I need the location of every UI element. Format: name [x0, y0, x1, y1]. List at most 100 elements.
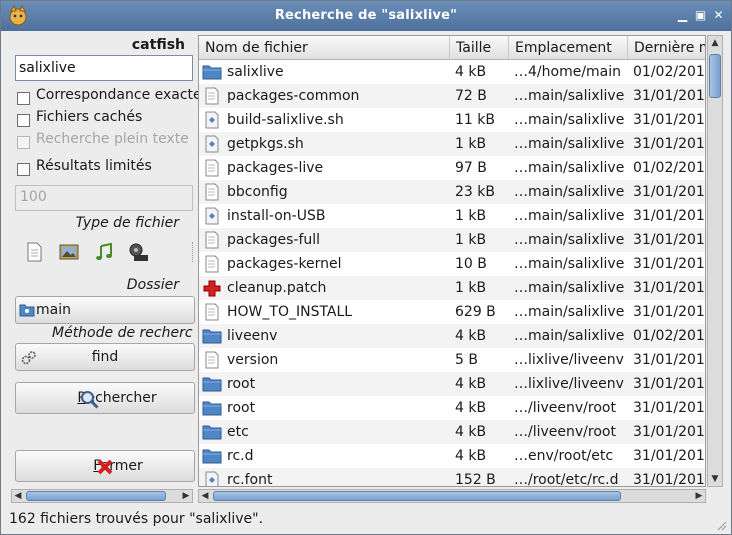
file-name-cell: packages-common	[227, 88, 360, 104]
file-size-cell: 72 B	[455, 88, 487, 104]
sidebar-horizontal-scrollbar[interactable]: ◀ ▶	[11, 489, 193, 503]
file-name-cell: version	[227, 352, 279, 368]
table-row[interactable]: packages-full 1 kB …main/salixlive 31/01/20…	[199, 228, 705, 252]
table-row[interactable]: salixlive 4 kB …4/home/main 01/02/2010	[199, 60, 706, 84]
table-row[interactable]: install-on-USB 1 kB …main/salixlive 31/01/2…	[199, 204, 706, 228]
resize-grip-icon[interactable]	[715, 519, 727, 531]
video-icon[interactable]	[128, 241, 150, 263]
scroll-up-icon[interactable]: ▲	[708, 36, 722, 50]
file-location-cell: …main/salixlive	[514, 184, 625, 200]
image-icon[interactable]	[58, 241, 80, 263]
table-row[interactable]: rc.font 152 B …/root/etc/rc.d 31/01/2010	[199, 468, 706, 487]
file-location-cell: …main/salixlive	[514, 160, 625, 176]
exact-match-label[interactable]: Correspondance exacte	[36, 87, 202, 103]
results-list[interactable]: Nom de fichier Taille Emplacement Derniè…	[198, 35, 706, 487]
table-row[interactable]: root 4 kB …lixlive/liveenv 31/01/2010	[199, 372, 706, 396]
table-row[interactable]: version 5 B …lixlive/liveenv 31/01/2010	[199, 348, 705, 372]
table-row[interactable]: root 4 kB …/liveenv/root 31/01/2010	[199, 396, 705, 420]
file-modified-cell: 31/01/2010	[633, 472, 706, 487]
file-name-cell: etc	[227, 424, 249, 440]
music-icon[interactable]	[93, 241, 115, 263]
sidebar-scroll-thumb[interactable]	[26, 491, 166, 501]
file-name-cell: rc.font	[227, 472, 273, 487]
table-row[interactable]: packages-live 97 B …main/salixlive 01/02/20…	[199, 156, 705, 180]
file-name-cell: getpkgs.sh	[227, 136, 304, 152]
text-file-icon	[202, 159, 222, 177]
file-location-cell: …main/salixlive	[514, 208, 625, 224]
file-modified-cell: 31/01/2010	[633, 424, 706, 440]
search-method-heading: Méthode de recherche	[52, 325, 193, 341]
file-name-cell: root	[227, 400, 256, 416]
scroll-right-icon[interactable]: ▶	[180, 490, 192, 502]
folder-file-icon	[202, 327, 222, 345]
file-modified-cell: 01/02/2010	[633, 328, 706, 344]
file-location-cell: …4/home/main	[514, 64, 622, 80]
file-size-cell: 629 B	[455, 304, 496, 320]
hidden-files-label[interactable]: Fichiers cachés	[36, 109, 142, 125]
gears-icon	[21, 351, 36, 365]
file-name-cell: root	[227, 376, 256, 392]
table-row[interactable]: packages-common 72 B …main/salixlive 31/01/…	[199, 84, 705, 108]
close-button[interactable]: Fermer	[15, 450, 195, 482]
text-file-icon	[202, 231, 222, 249]
fulltext-search-checkbox	[17, 136, 30, 149]
table-row[interactable]: cleanup.patch 1 kB …main/salixlive 31/01/20…	[199, 276, 705, 300]
file-location-cell: …main/salixlive	[514, 304, 625, 320]
text-file-icon	[202, 255, 222, 273]
file-size-cell: 4 kB	[455, 376, 487, 392]
table-row[interactable]: getpkgs.sh 1 kB …main/salixlive 31/01/2010	[199, 132, 705, 156]
column-header-location[interactable]: Emplacement	[509, 36, 628, 59]
file-size-cell: 10 B	[455, 256, 487, 272]
scroll-down-icon[interactable]: ▼	[708, 472, 722, 486]
column-header-name[interactable]: Nom de fichier	[199, 36, 450, 59]
table-row[interactable]: etc 4 kB …/liveenv/root 31/01/2010	[199, 420, 706, 444]
limit-results-checkbox[interactable]	[17, 163, 30, 176]
search-input[interactable]	[15, 55, 193, 81]
results-vertical-scrollbar[interactable]: ▲ ▼	[707, 35, 723, 487]
file-name-cell: salixlive	[227, 64, 284, 80]
search-method-dropdown[interactable]: find	[15, 343, 195, 371]
close-icon[interactable]: ✕	[712, 9, 725, 22]
file-location-cell: …lixlive/liveenv	[514, 376, 624, 392]
folder-file-icon	[202, 423, 222, 441]
column-header-size[interactable]: Taille	[450, 36, 509, 59]
file-location-cell: …lixlive/liveenv	[514, 352, 624, 368]
file-modified-cell: 31/01/2010	[633, 376, 706, 392]
file-size-cell: 152 B	[455, 472, 496, 487]
table-row[interactable]: packages-kernel 10 B …main/salixlive 31/01/…	[199, 252, 706, 276]
search-button[interactable]: Rechercher	[15, 382, 195, 414]
table-row[interactable]: build-salixlive.sh 11 kB …main/salixlive 31…	[199, 108, 706, 132]
exact-match-checkbox[interactable]	[17, 92, 30, 105]
file-size-cell: 4 kB	[455, 448, 487, 464]
file-modified-cell: 31/01/2010	[633, 208, 706, 224]
table-row[interactable]: HOW_TO_INSTALL 629 B …main/salixlive 31/01/…	[199, 300, 705, 324]
table-row[interactable]: bbconfig 23 kB …main/salixlive 31/01/2010	[199, 180, 705, 204]
results-horizontal-scrollbar[interactable]: ◀ ▶	[198, 489, 706, 503]
file-location-cell: …/root/etc/rc.d	[514, 472, 619, 487]
title-bar[interactable]: Recherche de "salixlive" ▁ ▣ ✕	[1, 1, 731, 31]
file-modified-cell: 31/01/2010	[633, 256, 706, 272]
folder-chooser-button[interactable]: main	[15, 296, 195, 324]
results-scroll-thumb[interactable]	[213, 491, 621, 501]
limit-results-label[interactable]: Résultats limités	[36, 158, 152, 174]
maximize-icon[interactable]: ▣	[694, 9, 707, 22]
results-header: Nom de fichier Taille Emplacement Derniè…	[199, 36, 705, 60]
folder-file-icon	[202, 447, 222, 465]
scroll-left-icon[interactable]: ◀	[12, 490, 24, 502]
document-icon[interactable]	[23, 241, 45, 263]
file-size-cell: 4 kB	[455, 424, 487, 440]
scroll-left-icon[interactable]: ◀	[199, 490, 211, 502]
column-header-modified[interactable]: Dernière modification	[628, 36, 705, 59]
minimize-icon[interactable]: ▁	[676, 9, 689, 22]
file-name-cell: build-salixlive.sh	[227, 112, 344, 128]
table-row[interactable]: rc.d 4 kB …env/root/etc 31/01/2010	[199, 444, 705, 468]
folder-file-icon	[202, 375, 222, 393]
vertical-scroll-thumb[interactable]	[709, 54, 721, 98]
hidden-files-checkbox[interactable]	[17, 114, 30, 127]
scroll-right-icon[interactable]: ▶	[693, 490, 705, 502]
file-modified-cell: 31/01/2010	[633, 112, 706, 128]
file-modified-cell: 01/02/2010	[633, 64, 706, 80]
table-row[interactable]: liveenv 4 kB …main/salixlive 01/02/2010	[199, 324, 706, 348]
file-size-cell: 11 kB	[455, 112, 495, 128]
file-name-cell: liveenv	[227, 328, 278, 344]
